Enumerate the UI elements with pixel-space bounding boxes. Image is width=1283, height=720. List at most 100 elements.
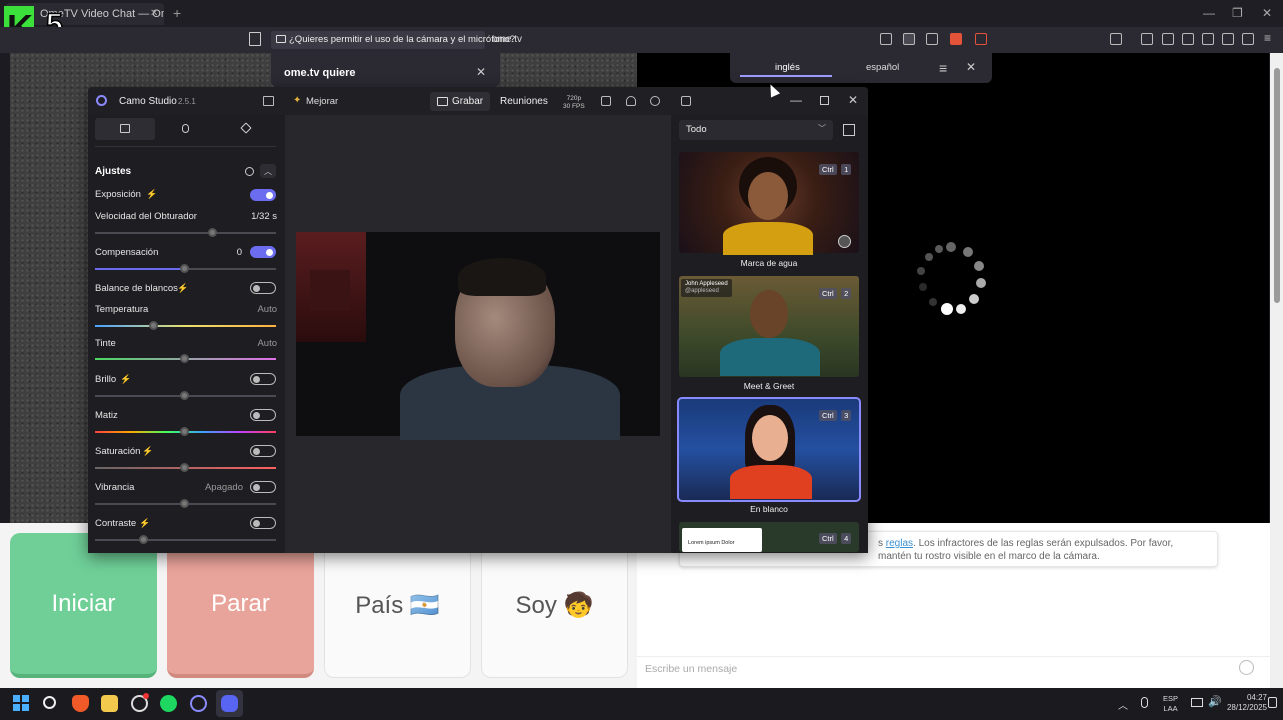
scene-person (723, 222, 813, 255)
notification-dot (143, 693, 149, 699)
help-icon[interactable] (650, 96, 660, 106)
resolution-badge[interactable]: 720p 30 FPS (563, 95, 585, 111)
name-chip: John Appleseed @appleseed (681, 279, 732, 297)
collapse-icon[interactable]: ︿ (260, 164, 276, 178)
compensation-toggle[interactable] (250, 246, 276, 258)
window-close-icon[interactable]: ✕ (1262, 6, 1272, 20)
country-button[interactable]: País 🇦🇷 (324, 533, 471, 678)
sidebar-icon[interactable] (1182, 33, 1194, 45)
permission-chip[interactable]: ¿Quieres permitir el uso de la cámara y … (271, 31, 515, 49)
spotify-icon[interactable] (160, 695, 177, 712)
url-field[interactable]: ome.tv (492, 34, 522, 45)
permission-close-icon[interactable]: ✕ (476, 65, 486, 79)
vpn-icon[interactable] (1242, 33, 1254, 45)
setting-label: Velocidad del Obturador (95, 211, 197, 222)
shutter-slider[interactable] (95, 232, 276, 234)
gender-button[interactable]: Soy 🧒 (481, 533, 628, 678)
contrast-toggle[interactable] (250, 517, 276, 529)
brightness-toggle[interactable] (250, 373, 276, 385)
layout-icon[interactable] (601, 96, 611, 106)
language-indicator[interactable]: ESP LAA (1163, 694, 1178, 714)
vibrance-toggle[interactable] (250, 481, 276, 493)
rules-link[interactable]: reglas (886, 538, 913, 549)
brave-icon[interactable] (72, 695, 89, 712)
message-input[interactable]: Escribe un mensaje (637, 656, 1270, 680)
maximize-icon[interactable]: ❐ (1232, 6, 1243, 20)
discord-icon[interactable] (221, 695, 238, 712)
resolution-text: 720p (566, 95, 582, 102)
translate-lang-spanish[interactable]: español (866, 62, 899, 73)
exposure-toggle[interactable] (250, 189, 276, 201)
slider-thumb[interactable] (180, 391, 189, 400)
camo-version: 2.5.1 (178, 97, 196, 106)
notifications-icon[interactable] (626, 96, 636, 106)
translate-close-icon[interactable]: ✕ (966, 60, 976, 74)
reset-icon[interactable] (245, 167, 254, 176)
start-button[interactable]: Iniciar (10, 533, 157, 678)
screenshot-icon[interactable] (1110, 33, 1122, 45)
camo-logo-icon (96, 95, 107, 106)
bookmark-icon[interactable] (249, 32, 261, 46)
volume-icon[interactable]: 🔊 (1208, 695, 1222, 708)
saturation-toggle[interactable] (250, 445, 276, 457)
microphone-icon[interactable] (1141, 697, 1148, 708)
brave-shield-icon[interactable] (950, 33, 962, 45)
slider-thumb[interactable] (180, 354, 189, 363)
mic-icon[interactable] (182, 124, 189, 133)
contrast-slider[interactable] (95, 539, 276, 541)
camo-close-icon[interactable]: ✕ (848, 93, 858, 107)
stop-button[interactable]: Parar (167, 533, 314, 678)
cast-icon[interactable] (880, 33, 892, 45)
clock[interactable]: 04:27 28/12/2025 (1227, 693, 1267, 713)
network-icon[interactable] (1191, 698, 1203, 707)
setting-label: Temperatura (95, 304, 149, 315)
notification-center-icon[interactable] (1268, 697, 1277, 708)
hue-toggle[interactable] (250, 409, 276, 421)
scene-filter-select[interactable]: Todo (679, 120, 833, 140)
emoji-icon[interactable] (1239, 660, 1254, 675)
camo-minimize-icon[interactable]: — (790, 93, 802, 107)
file-explorer-icon[interactable] (101, 695, 118, 712)
temperature-slider[interactable] (95, 325, 276, 327)
slider-thumb[interactable] (180, 264, 189, 273)
white-balance-toggle[interactable] (250, 282, 276, 294)
share-icon[interactable] (926, 33, 938, 45)
camo-taskbar-icon[interactable] (190, 695, 207, 712)
enhance-button[interactable]: Mejorar (306, 96, 338, 107)
auto-bolt-icon: ⚡ (177, 283, 189, 293)
slider-thumb[interactable] (180, 499, 189, 508)
scene-label: Marca de agua (740, 258, 798, 268)
new-tab-button[interactable]: + (173, 5, 181, 21)
menu-icon[interactable]: ≡ (1264, 32, 1276, 45)
preview-person-hair (458, 258, 546, 296)
slider-thumb[interactable] (139, 535, 148, 544)
tab-bar (0, 0, 1283, 27)
slider-thumb[interactable] (149, 321, 158, 330)
translate-menu-icon[interactable]: ≡ (939, 60, 947, 76)
tray-overflow-icon[interactable]: ︿ (1118, 697, 1128, 712)
wallet-icon[interactable] (1202, 33, 1214, 45)
scene-shortcut: Ctrl 4 (819, 528, 852, 546)
windows-start-icon[interactable] (13, 695, 29, 711)
camo-maximize-icon[interactable] (820, 96, 829, 105)
scrollbar-thumb[interactable] (1274, 68, 1280, 303)
slider-thumb[interactable] (180, 427, 189, 436)
rules-text-end: . Los infractores de las reglas serán ex… (878, 538, 1174, 562)
search-icon[interactable] (43, 696, 56, 709)
settings-title: Ajustes (95, 166, 132, 177)
downloads-icon[interactable] (1141, 33, 1153, 45)
music-icon[interactable] (1162, 33, 1174, 45)
meetings-button[interactable]: Reuniones (500, 96, 548, 107)
scenes-panel-icon[interactable] (681, 96, 691, 106)
slider-thumb[interactable] (208, 228, 217, 237)
permission-popup: ome.tv quiere (271, 53, 500, 87)
slider-thumb[interactable] (180, 463, 189, 472)
minimize-icon[interactable]: — (1203, 6, 1215, 20)
grid-view-icon[interactable] (843, 124, 855, 136)
panel-toggle-icon[interactable] (263, 96, 274, 106)
translate-lang-english[interactable]: inglés (775, 62, 800, 73)
translate-icon[interactable] (903, 33, 915, 45)
rewards-icon[interactable] (975, 33, 987, 45)
tab-close-icon[interactable]: ✕ (150, 8, 158, 19)
leo-icon[interactable] (1222, 33, 1234, 45)
